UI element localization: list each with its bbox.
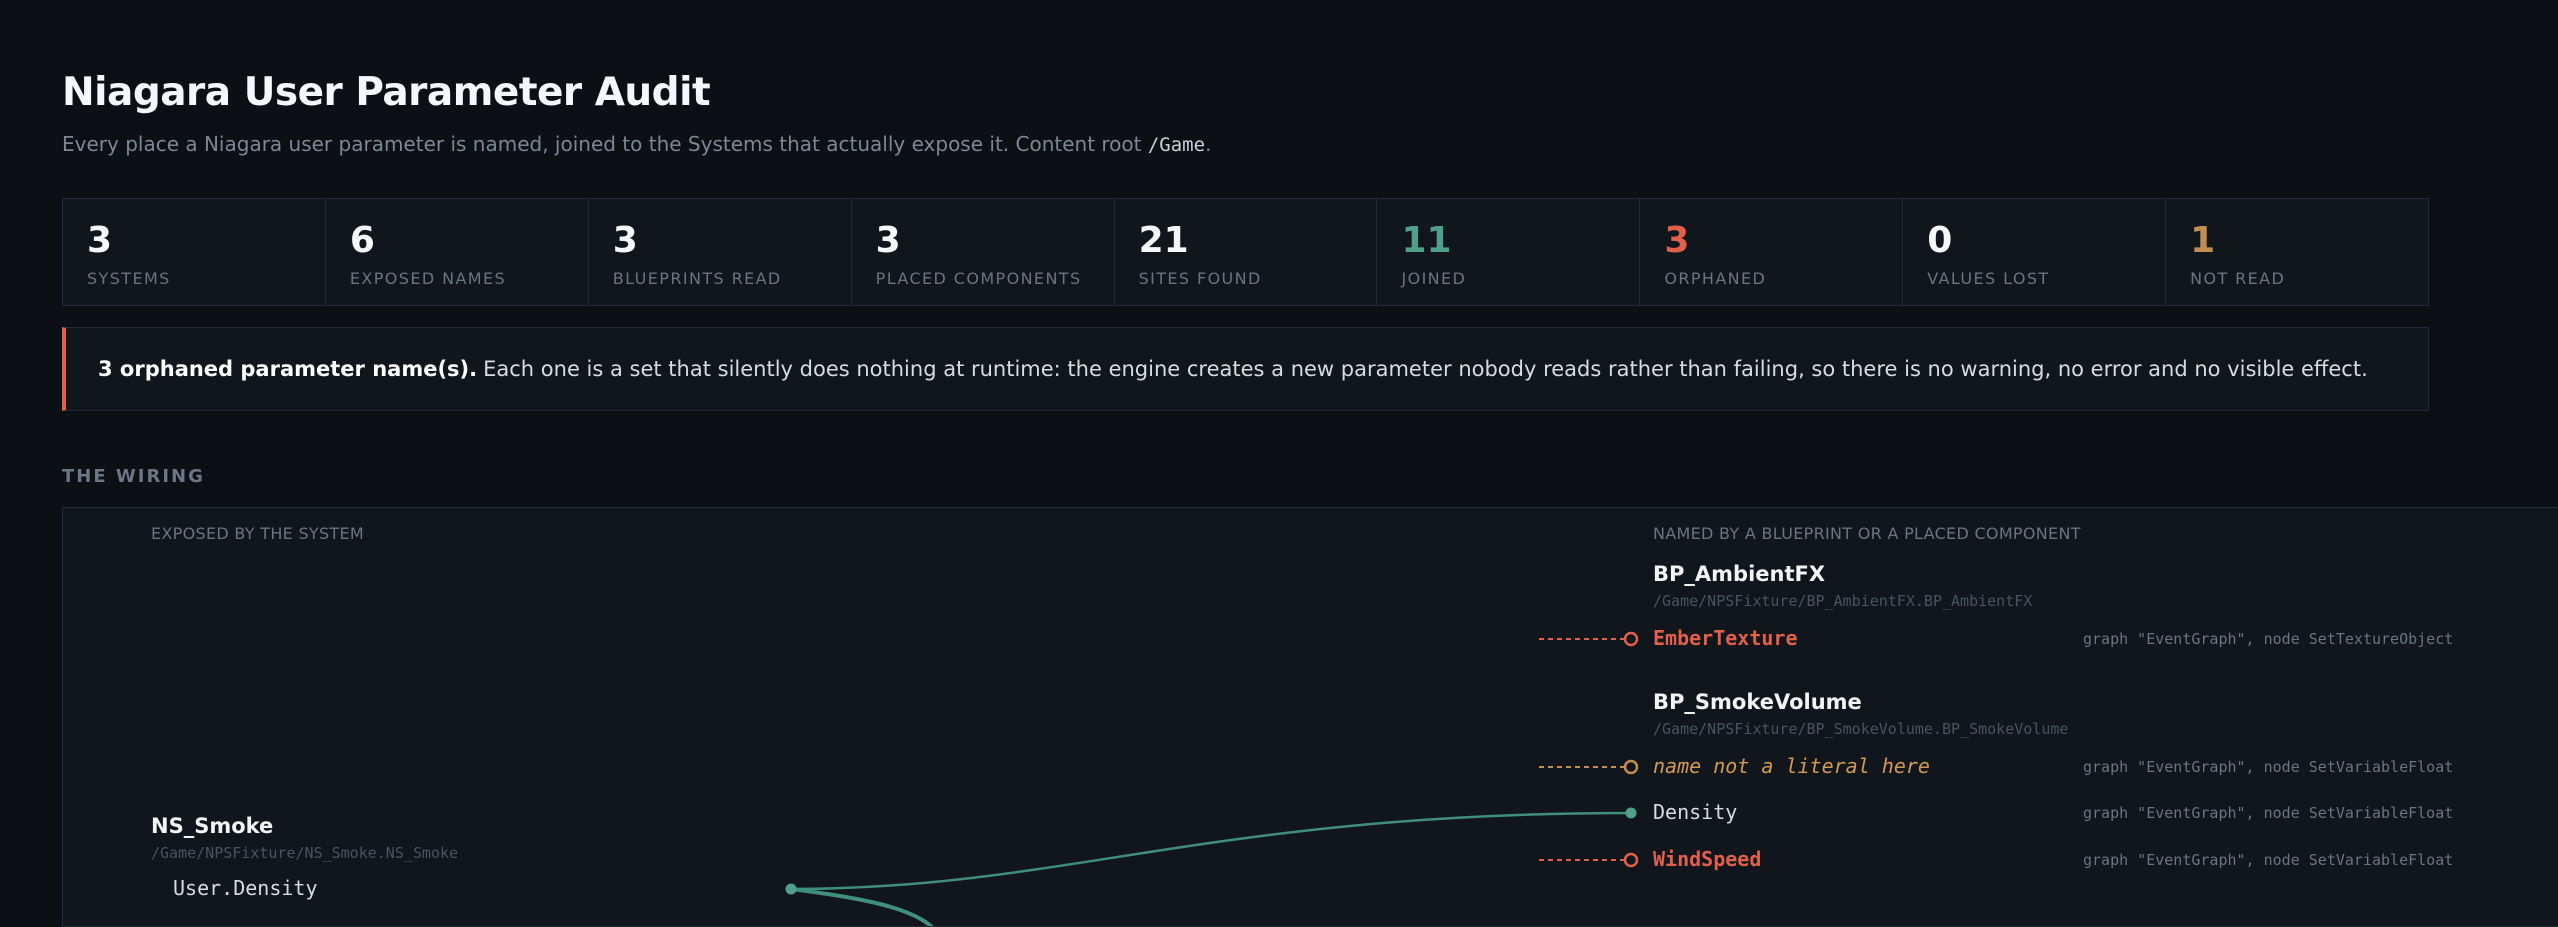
stat-value: 3: [612, 220, 638, 261]
stat-value: 21: [1138, 220, 1189, 261]
unread-port-nonliteral: [1623, 759, 1639, 775]
alert-text: Each one is a set that silently does not…: [483, 357, 2368, 381]
owner-name: BP_SmokeVolume: [1653, 690, 1862, 714]
stat-systems: 3 SYSTEMS: [63, 199, 326, 305]
stat-value: 3: [87, 220, 113, 261]
stat-value: 3: [875, 220, 901, 261]
stat-label: PLACED COMPONENTS: [875, 269, 1082, 288]
param-density: Density: [1653, 800, 1738, 824]
page-subtitle: Every place a Niagara user parameter is …: [62, 132, 1211, 156]
site-location: graph "EventGraph", node SetVariableFloa…: [2083, 851, 2454, 869]
orphan-port-embertexture: [1623, 631, 1639, 647]
stat-value: 11: [1401, 220, 1452, 261]
owner-name: BP_AmbientFX: [1653, 562, 1826, 586]
stat-exposed-names: 6 EXPOSED NAMES: [326, 199, 589, 305]
site-location: graph "EventGraph", node SetVariableFloa…: [2083, 758, 2454, 776]
stat-label: JOINED: [1401, 269, 1467, 288]
param-windspeed: WindSpeed: [1653, 847, 1762, 871]
content-root: /Game: [1147, 134, 1206, 156]
joined-wire-density: [790, 811, 1632, 891]
stat-value: 1: [2190, 220, 2216, 261]
site-location: graph "EventGraph", node SetTextureObjec…: [2083, 630, 2454, 648]
orphan-port-windspeed: [1623, 852, 1639, 868]
orphan-alert: 3 orphaned parameter name(s). Each one i…: [62, 327, 2429, 411]
joined-port-density: [1625, 807, 1637, 819]
subtitle-end: .: [1205, 132, 1212, 156]
stat-not-read: 1 NOT READ: [2166, 199, 2428, 305]
stat-value: 3: [1664, 220, 1690, 261]
stat-blueprints-read: 3 BLUEPRINTS READ: [589, 199, 852, 305]
stat-value: 0: [1927, 220, 1953, 261]
stat-placed-components: 3 PLACED COMPONENTS: [852, 199, 1115, 305]
joined-wire-branch: [790, 887, 934, 926]
stat-orphaned: 3 ORPHANED: [1640, 199, 1904, 305]
alert-headline: 3 orphaned parameter name(s).: [98, 357, 478, 381]
stat-label: SITES FOUND: [1138, 269, 1262, 288]
site-location: graph "EventGraph", node SetVariableFloa…: [2083, 804, 2454, 822]
stat-label: SYSTEMS: [87, 269, 171, 288]
stats-bar: 3 SYSTEMS 6 EXPOSED NAMES 3 BLUEPRINTS R…: [62, 198, 2429, 306]
stat-label: NOT READ: [2190, 269, 2286, 288]
page-title: Niagara User Parameter Audit: [62, 70, 711, 115]
owner-path: /Game/NPSFixture/BP_AmbientFX.BP_Ambient…: [1653, 592, 2033, 610]
stat-label: BLUEPRINTS READ: [612, 269, 782, 288]
param-embertexture: EmberTexture: [1653, 626, 1798, 650]
stat-label: ORPHANED: [1664, 269, 1767, 288]
exposed-port-user-density: [785, 883, 797, 895]
exposed-param-user-density: User.Density: [173, 876, 318, 900]
section-title-wiring: THE WIRING: [62, 466, 205, 487]
system-path: /Game/NPSFixture/NS_Smoke.NS_Smoke: [151, 844, 459, 862]
param-nonliteral: name not a literal here: [1653, 754, 1930, 778]
stat-sites-found: 21 SITES FOUND: [1115, 199, 1378, 305]
stat-values-lost: 0 VALUES LOST: [1903, 199, 2167, 305]
stat-value: 6: [349, 220, 375, 261]
stat-label: EXPOSED NAMES: [349, 269, 507, 288]
system-name: NS_Smoke: [151, 814, 274, 838]
wiring-panel: EXPOSED BY THE SYSTEM NAMED BY A BLUEPRI…: [62, 507, 2558, 927]
stat-joined: 11 JOINED: [1377, 199, 1641, 305]
subtitle-text: Every place a Niagara user parameter is …: [62, 132, 1148, 156]
owner-path: /Game/NPSFixture/BP_SmokeVolume.BP_Smoke…: [1653, 720, 2069, 738]
stat-label: VALUES LOST: [1927, 269, 2050, 288]
